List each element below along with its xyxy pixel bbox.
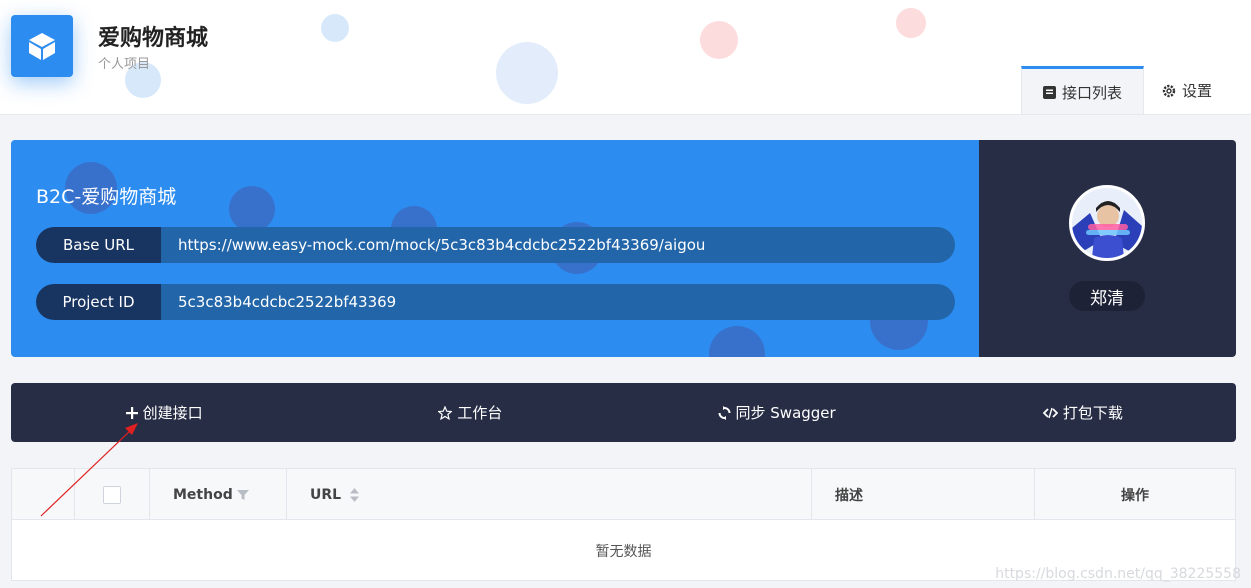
- project-info-banner: B2C-爱购物商城 Base URL https://www.easy-mock…: [11, 140, 979, 357]
- expand-column-header: [12, 469, 75, 520]
- toolbar-label: 工作台: [457, 404, 503, 422]
- create-api-button[interactable]: 创建接口: [11, 383, 317, 442]
- base-url-row: Base URL https://www.easy-mock.com/mock/…: [36, 227, 955, 263]
- avatar[interactable]: [1069, 185, 1145, 261]
- method-header-label: Method: [173, 486, 233, 503]
- header-tabs: 接口列表 设置: [1021, 66, 1251, 114]
- decor-bubble: [896, 8, 926, 38]
- base-url-value: https://www.easy-mock.com/mock/5c3c83b4c…: [178, 236, 706, 254]
- tab-settings[interactable]: 设置: [1144, 66, 1251, 114]
- url-header-label: URL: [310, 486, 342, 503]
- decor-bubble: [321, 14, 349, 42]
- actions-header-label: 操作: [1121, 487, 1149, 504]
- user-name: 郑清: [1069, 281, 1145, 311]
- method-column-header[interactable]: Method: [150, 469, 287, 520]
- base-url-label: Base URL: [36, 227, 161, 263]
- api-toolbar: 创建接口 工作台 同步 Swagger 打包下载: [11, 383, 1236, 442]
- select-all-checkbox[interactable]: [103, 485, 121, 504]
- list-icon: [1042, 85, 1056, 99]
- project-title: 爱购物商城: [98, 26, 209, 51]
- tab-label: 接口列表: [1061, 83, 1122, 102]
- cube-icon: [29, 33, 55, 60]
- sort-icon[interactable]: [350, 487, 360, 502]
- user-panel: 郑清: [979, 140, 1236, 357]
- tab-api-list[interactable]: 接口列表: [1021, 66, 1144, 114]
- watermark: https://blog.csdn.net/qq_38225558: [995, 566, 1241, 582]
- code-icon: [1042, 407, 1058, 419]
- plus-icon: [125, 406, 138, 419]
- api-table: Method URL 描述 操作 暂无数据: [11, 468, 1236, 581]
- banner-title: B2C-爱购物商城: [36, 186, 177, 208]
- download-package-button[interactable]: 打包下载: [930, 383, 1236, 442]
- url-column-header[interactable]: URL: [287, 469, 812, 520]
- decor-bubble: [709, 326, 765, 357]
- decor-bubble: [700, 21, 738, 59]
- description-column-header: 描述: [812, 469, 1035, 520]
- workbench-button[interactable]: 工作台: [317, 383, 623, 442]
- description-header-label: 描述: [835, 487, 863, 504]
- decor-bubble: [496, 42, 558, 104]
- sync-icon: [718, 405, 731, 420]
- project-header: 爱购物商城 个人项目 接口列表 设置: [0, 0, 1251, 115]
- project-logo: [11, 15, 73, 77]
- table-header: Method URL 描述 操作: [12, 469, 1235, 520]
- sync-swagger-button[interactable]: 同步 Swagger: [624, 383, 930, 442]
- select-all-column-header: [75, 469, 150, 520]
- decor-bubble: [229, 186, 275, 232]
- star-icon: [438, 405, 453, 420]
- toolbar-label: 同步 Swagger: [735, 404, 836, 422]
- toolbar-label: 创建接口: [142, 404, 203, 422]
- project-id-value: 5c3c83b4cdcbc2522bf43369: [178, 293, 397, 311]
- toolbar-label: 打包下载: [1062, 404, 1123, 422]
- project-id-row: Project ID 5c3c83b4cdcbc2522bf43369: [36, 284, 955, 320]
- actions-column-header: 操作: [1035, 469, 1235, 520]
- project-subtitle: 个人项目: [98, 57, 151, 72]
- filter-icon[interactable]: [236, 489, 249, 501]
- tab-label: 设置: [1182, 82, 1213, 100]
- project-id-label: Project ID: [36, 284, 161, 320]
- gear-icon: [1162, 84, 1176, 98]
